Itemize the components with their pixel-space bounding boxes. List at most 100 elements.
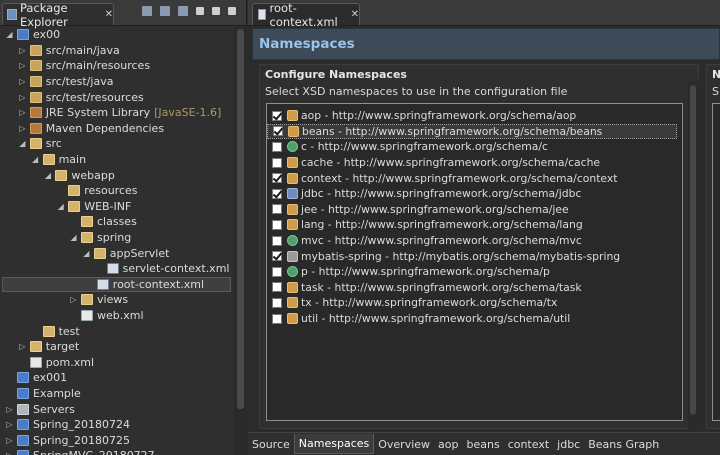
collapsed-arrow-icon[interactable]: ▷ [18,77,27,86]
tree-item[interactable]: ▷ target [0,339,79,355]
tree-item-label: ex001 [33,371,68,385]
editor-page-tab[interactable]: context [504,434,553,454]
namespace-icon [287,188,298,200]
collapsed-arrow-icon[interactable]: ▷ [5,436,14,445]
namespace-row[interactable]: context - http://www.springframework.org… [267,170,618,186]
tree-item[interactable]: ◢ spring [0,230,131,246]
section-scrollbar-thumb[interactable] [690,85,696,415]
tree-item[interactable]: ◢ src [0,136,62,152]
editor-page-tab[interactable]: Source [248,434,294,454]
tree-item[interactable]: ◢ WEB-INF [0,199,132,215]
expanded-arrow-icon[interactable]: ◢ [43,171,52,180]
expanded-arrow-icon[interactable]: ◢ [18,139,27,148]
namespace-row[interactable]: task - http://www.springframework.org/sc… [267,280,582,296]
expanded-arrow-icon[interactable]: ◢ [31,155,40,164]
tree-item[interactable]: ▷ views [0,292,128,308]
namespace-checkbox[interactable] [272,204,282,215]
minimize-icon[interactable] [212,7,220,15]
tree-item[interactable]: test [0,323,80,339]
namespace-checkbox[interactable] [272,188,282,199]
tree-item[interactable]: classes [0,214,137,230]
collapsed-arrow-icon[interactable]: ▷ [18,46,27,55]
namespace-checkbox[interactable] [272,173,282,184]
focus-icon[interactable] [178,6,188,16]
tree-item[interactable]: servlet-context.xml [0,261,229,277]
namespace-checkbox[interactable] [273,126,283,137]
tree-item[interactable]: ▷ src/main/java [0,43,120,59]
namespace-checkbox[interactable] [272,110,282,121]
editor-tab-root-context[interactable]: root-context.xml ✕ [252,1,360,29]
tree-item[interactable]: web.xml [0,308,144,324]
namespace-row[interactable]: tx - http://www.springframework.org/sche… [267,295,557,311]
tree-item[interactable]: ▷ SpringMVC_20180727 [0,448,155,455]
namespace-checkbox[interactable] [272,297,282,308]
namespace-checkbox[interactable] [272,282,282,293]
tree-item[interactable]: ◢ main [0,152,86,168]
collapsed-arrow-icon[interactable]: ▷ [18,61,27,70]
tree-scrollbar-thumb[interactable] [237,29,244,409]
namespace-row[interactable]: lang - http://www.springframework.org/sc… [267,217,583,233]
tree-item[interactable]: Example [0,386,81,402]
editor-page-tab[interactable]: Overview [374,434,434,454]
fold-icon [55,169,68,181]
collapsed-arrow-icon[interactable]: ▷ [18,124,27,133]
tree-item[interactable]: resources [0,183,138,199]
namespace-row[interactable]: mvc - http://www.springframework.org/sch… [267,233,582,249]
editor-page-tab[interactable]: Namespaces [293,434,375,454]
tree-item[interactable]: ◢ webapp [0,167,115,183]
expanded-arrow-icon[interactable]: ◢ [82,249,91,258]
namespace-checkbox[interactable] [272,157,282,168]
namespace-row[interactable]: c - http://www.springframework.org/schem… [267,139,548,155]
namespace-row[interactable]: jee - http://www.springframework.org/sch… [267,202,569,218]
tree-item[interactable]: ex001 [0,370,67,386]
expanded-arrow-icon[interactable]: ◢ [56,202,65,211]
collapsed-arrow-icon[interactable]: ▷ [5,451,14,455]
namespace-row[interactable]: jdbc - http://www.springframework.org/sc… [267,186,581,202]
tree-item[interactable]: ▷ Maven Dependencies [0,121,164,137]
tree-item[interactable]: ▷ src/main/resources [0,58,150,74]
collapsed-arrow-icon[interactable]: ▷ [18,108,27,117]
namespace-checkbox[interactable] [272,266,282,277]
tree-item[interactable]: ◢ appServlet [0,245,169,261]
editor-page-tab[interactable]: Beans Graph [584,434,663,454]
tree-item[interactable]: ▷ JRE System Library [JavaSE-1.6] [0,105,221,121]
expanded-arrow-icon[interactable]: ◢ [69,233,78,242]
tree-item[interactable]: pom.xml [0,355,94,371]
tree-item[interactable]: ▷ Servers [0,401,74,417]
close-icon[interactable]: ✕ [351,9,359,20]
namespace-checkbox[interactable] [272,313,282,324]
collapsed-arrow-icon[interactable]: ▷ [69,295,78,304]
namespace-row[interactable]: aop - http://www.springframework.org/sch… [267,108,576,124]
tree-scrollbar[interactable] [234,27,247,455]
collapsed-arrow-icon[interactable]: ▷ [18,93,27,102]
namespace-row[interactable]: util - http://www.springframework.org/sc… [267,311,570,327]
tree-item[interactable]: ▷ src/test/java [0,74,113,90]
namespace-checkbox[interactable] [272,251,282,262]
collapsed-arrow-icon[interactable]: ▷ [5,420,14,429]
collapsed-arrow-icon[interactable]: ▷ [5,405,14,414]
collapse-all-icon[interactable] [142,6,152,16]
editor-page-tab[interactable]: jdbc [553,434,584,454]
editor-page-tab[interactable]: aop [434,434,462,454]
namespace-row[interactable]: mybatis-spring - http://mybatis.org/sche… [267,248,620,264]
view-menu-icon[interactable] [196,7,204,15]
tree-item[interactable]: ◢ ex00 [0,27,60,43]
tree-item[interactable]: ▷ src/test/resources [0,89,143,105]
expanded-arrow-icon[interactable]: ◢ [5,30,14,39]
tree-item[interactable]: ▷ Spring_20180725 [0,433,130,449]
close-icon[interactable]: ✕ [105,9,113,20]
maximize-icon[interactable] [228,7,236,15]
package-explorer-tab[interactable]: Package Explorer ✕ [2,1,114,29]
namespace-row[interactable]: beans - http://www.springframework.org/s… [267,123,677,140]
tree-item[interactable]: ▷ Spring_20180724 [0,417,130,433]
namespace-checkbox[interactable] [272,235,282,246]
section-scrollbar[interactable] [688,81,699,429]
namespace-checkbox[interactable] [272,141,282,152]
link-with-editor-icon[interactable] [160,6,170,16]
namespace-row[interactable]: cache - http://www.springframework.org/s… [267,155,600,171]
collapsed-arrow-icon[interactable]: ▷ [18,342,27,351]
namespace-checkbox[interactable] [272,219,282,230]
namespace-row[interactable]: p - http://www.springframework.org/schem… [267,264,550,280]
tree-item[interactable]: root-context.xml [2,276,231,293]
editor-page-tab[interactable]: beans [462,434,503,454]
